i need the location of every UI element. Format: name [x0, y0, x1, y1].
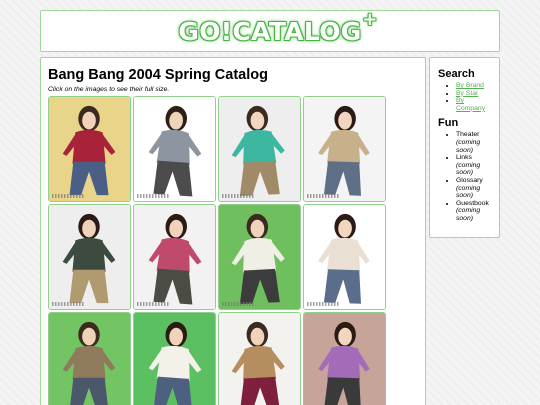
coming-soon-note: (coming soon): [456, 138, 481, 154]
fun-list: Theater(coming soon) Links(coming soon) …: [438, 131, 491, 222]
fun-item-theater: Theater(coming soon): [456, 131, 491, 154]
model-photo: [304, 205, 385, 309]
catalog-photo-thumbnail[interactable]: [303, 312, 386, 405]
go-catalog-logo[interactable]: GO!CATALOG +: [178, 9, 377, 46]
by-company-link[interactable]: By Company: [456, 97, 485, 112]
photo-caption-mark: [222, 194, 254, 198]
search-link-item: By Star: [456, 90, 491, 98]
model-photo: [219, 205, 300, 309]
catalog-photo-thumbnail[interactable]: [218, 312, 301, 405]
photo-caption-mark: [52, 302, 84, 306]
coming-soon-note: (coming soon): [456, 184, 481, 200]
page-title: Bang Bang 2004 Spring Catalog: [48, 67, 268, 83]
model-photo: [304, 313, 385, 405]
model-photo: [134, 97, 215, 201]
photo-caption-mark: [307, 194, 339, 198]
catalog-photo-thumbnail[interactable]: [133, 312, 216, 405]
by-brand-link[interactable]: By Brand: [456, 82, 484, 89]
fun-item-label: Theater: [456, 131, 480, 139]
model-photo: [219, 97, 300, 201]
site-header: GO!CATALOG +: [40, 9, 500, 52]
model-photo: [134, 313, 215, 405]
photo-grid: [48, 96, 418, 405]
model-photo: [49, 97, 130, 201]
model-photo: [134, 205, 215, 309]
catalog-photo-thumbnail[interactable]: [48, 204, 131, 310]
fun-item-label: Guestbook: [456, 199, 489, 207]
model-photo: [304, 97, 385, 201]
catalog-photo-thumbnail[interactable]: [303, 96, 386, 202]
model-photo: [49, 205, 130, 309]
fun-item-label: Glossary: [456, 176, 483, 184]
catalog-photo-thumbnail[interactable]: [48, 96, 131, 202]
coming-soon-note: (coming soon): [456, 207, 481, 222]
photo-caption-mark: [137, 302, 169, 306]
catalog-photo-thumbnail[interactable]: [48, 312, 131, 405]
search-link-item: By Brand: [456, 82, 491, 90]
coming-soon-note: (coming soon): [456, 161, 481, 177]
catalog-photo-thumbnail[interactable]: [303, 204, 386, 310]
logo-text: GO!CATALOG: [178, 16, 362, 46]
catalog-photo-thumbnail[interactable]: [133, 204, 216, 310]
photo-caption-mark: [222, 302, 254, 306]
by-star-link[interactable]: By Star: [456, 90, 478, 97]
catalog-photo-thumbnail[interactable]: [218, 96, 301, 202]
fun-heading: Fun: [438, 117, 459, 130]
photo-caption-mark: [52, 194, 84, 198]
model-photo: [219, 313, 300, 405]
catalog-content: Bang Bang 2004 Spring Catalog Click on t…: [40, 57, 426, 405]
search-link-item: By Company: [456, 97, 491, 112]
model-photo: [49, 313, 130, 405]
fun-item-guestbook: Guestbook(coming soon): [456, 200, 491, 223]
fun-item-links: Links(coming soon): [456, 154, 491, 177]
search-links: By Brand By Star By Company: [438, 82, 491, 112]
photo-caption-mark: [307, 302, 339, 306]
catalog-photo-thumbnail[interactable]: [218, 204, 301, 310]
search-heading: Search: [438, 68, 475, 80]
logo-plus-icon: +: [362, 8, 378, 30]
catalog-photo-thumbnail[interactable]: [133, 96, 216, 202]
page-instruction: Click on the images to see their full si…: [48, 86, 170, 93]
sidebar: Search By Brand By Star By Company Fun T…: [429, 57, 500, 238]
fun-item-label: Links: [456, 154, 472, 162]
fun-item-glossary: Glossary(coming soon): [456, 177, 491, 200]
photo-caption-mark: [137, 194, 169, 198]
